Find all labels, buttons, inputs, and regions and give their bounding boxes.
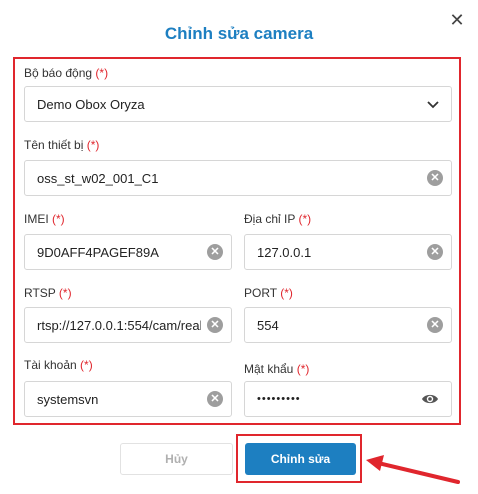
device-name-input[interactable]: oss_st_w02_001_C1 ✕ [24,160,452,196]
required-mark: (*) [86,138,100,152]
account-value: systemsvn [37,391,99,407]
edit-camera-dialog: Chỉnh sửa camera ✕ Bộ báo động (*) Demo … [0,0,478,494]
save-button[interactable]: Chỉnh sửa [245,443,356,475]
chevron-down-icon [427,101,439,109]
imei-value: 9D0AFF4PAGEF89A [37,244,159,260]
password-label: Mật khẩu (*) [244,362,310,376]
clear-icon[interactable]: ✕ [427,244,443,260]
imei-input[interactable]: 9D0AFF4PAGEF89A ✕ [24,234,232,270]
password-input[interactable]: ••••••••• [244,381,452,417]
alarm-label: Bộ báo động (*) [24,66,109,80]
imei-label: IMEI (*) [24,212,65,226]
port-value: 554 [257,317,279,333]
required-mark: (*) [58,286,72,300]
close-icon[interactable]: ✕ [448,10,466,30]
password-value: ••••••••• [257,393,301,405]
clear-icon[interactable]: ✕ [207,317,223,333]
rtsp-label: RTSP (*) [24,286,72,300]
required-mark: (*) [296,362,310,376]
required-mark: (*) [298,212,312,226]
annotation-arrow [366,455,460,484]
cancel-button[interactable]: Hủy [120,443,233,475]
rtsp-input[interactable]: rtsp://127.0.0.1:554/cam/realmonitor ✕ [24,307,232,343]
alarm-select-value: Demo Obox Oryza [37,96,145,112]
required-mark: (*) [280,286,293,300]
port-label: PORT (*) [244,286,293,300]
eye-icon[interactable] [421,392,439,406]
ip-label: Địa chỉ IP (*) [244,212,312,226]
account-input[interactable]: systemsvn ✕ [24,381,232,417]
required-mark: (*) [95,66,109,80]
port-input[interactable]: 554 ✕ [244,307,452,343]
account-label: Tài khoản (*) [24,358,93,372]
clear-icon[interactable]: ✕ [207,391,223,407]
required-mark: (*) [80,358,93,372]
alarm-select[interactable]: Demo Obox Oryza [24,86,452,122]
clear-icon[interactable]: ✕ [207,244,223,260]
device-name-value: oss_st_w02_001_C1 [37,170,159,186]
rtsp-value: rtsp://127.0.0.1:554/cam/realmonitor [37,317,201,333]
dialog-title: Chỉnh sửa camera [164,24,314,43]
ip-value: 127.0.0.1 [257,244,312,260]
device-name-label: Tên thiết bị (*) [24,138,100,152]
clear-icon[interactable]: ✕ [427,317,443,333]
clear-icon[interactable]: ✕ [427,170,443,186]
required-mark: (*) [52,212,65,226]
ip-input[interactable]: 127.0.0.1 ✕ [244,234,452,270]
